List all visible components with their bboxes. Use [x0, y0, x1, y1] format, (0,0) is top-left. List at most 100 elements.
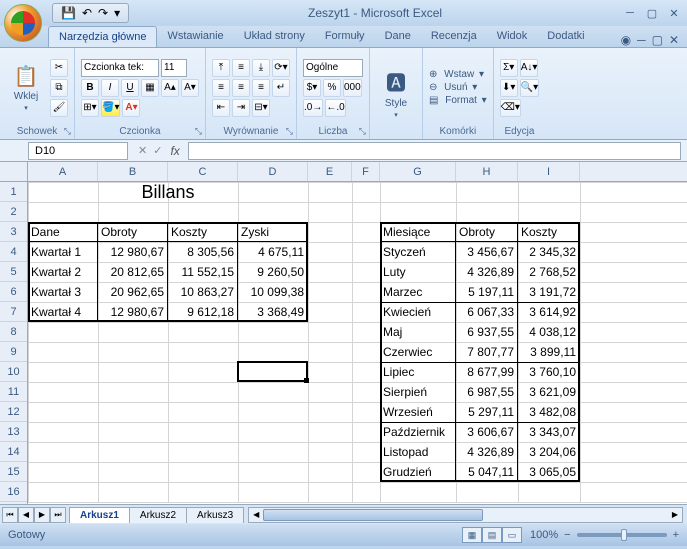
- row-header[interactable]: 12: [0, 402, 27, 422]
- cell[interactable]: 9 612,18: [168, 302, 238, 322]
- cell[interactable]: Koszty: [518, 222, 580, 242]
- cell[interactable]: 20 812,65: [98, 262, 168, 282]
- sort-filter-button[interactable]: A↓▾: [520, 59, 539, 77]
- cell[interactable]: Kwartał 1: [28, 242, 98, 262]
- cell[interactable]: 3 621,09: [518, 382, 580, 402]
- cell[interactable]: 3 606,67: [456, 422, 518, 442]
- row-header[interactable]: 2: [0, 202, 27, 222]
- cell[interactable]: 6 067,33: [456, 302, 518, 322]
- decrease-indent-button[interactable]: ⇤: [212, 99, 230, 117]
- fill-button[interactable]: ⬇▾: [500, 79, 518, 97]
- autosum-button[interactable]: Σ▾: [500, 59, 518, 77]
- align-middle-button[interactable]: ≡: [232, 59, 250, 77]
- cell[interactable]: 3 899,11: [518, 342, 580, 362]
- cell[interactable]: 4 326,89: [456, 442, 518, 462]
- cell[interactable]: 3 614,92: [518, 302, 580, 322]
- fx-icon[interactable]: fx: [170, 144, 179, 158]
- ribbon-tab[interactable]: Układ strony: [234, 26, 315, 47]
- cell[interactable]: Wrzesień: [380, 402, 456, 422]
- cell[interactable]: 8 677,99: [456, 362, 518, 382]
- cell[interactable]: 10 863,27: [168, 282, 238, 302]
- font-name-select[interactable]: [81, 59, 159, 77]
- decrease-decimal-button[interactable]: ←.0: [325, 99, 345, 117]
- row-header[interactable]: 13: [0, 422, 27, 442]
- underline-button[interactable]: U: [121, 79, 139, 97]
- cell[interactable]: 20 962,65: [98, 282, 168, 302]
- column-header[interactable]: I: [518, 162, 580, 181]
- scroll-thumb[interactable]: [263, 509, 483, 521]
- cell[interactable]: Luty: [380, 262, 456, 282]
- cell[interactable]: 4 038,12: [518, 322, 580, 342]
- row-header[interactable]: 7: [0, 302, 27, 322]
- copy-button[interactable]: ⧉: [50, 79, 68, 97]
- qat-more-icon[interactable]: ▾: [114, 6, 120, 20]
- cell[interactable]: 12 980,67: [98, 302, 168, 322]
- enter-formula-icon[interactable]: ✓: [153, 144, 162, 157]
- cell[interactable]: 6 937,55: [456, 322, 518, 342]
- cell[interactable]: Kwartał 2: [28, 262, 98, 282]
- cell[interactable]: 6 987,55: [456, 382, 518, 402]
- cell[interactable]: Miesiące: [380, 222, 456, 242]
- cell[interactable]: 3 456,67: [456, 242, 518, 262]
- sheet-tab[interactable]: Arkusz1: [69, 507, 130, 523]
- styles-button[interactable]: 🅰Style▾: [376, 51, 416, 135]
- column-header[interactable]: A: [28, 162, 98, 181]
- fill-color-button[interactable]: 🪣▾: [101, 99, 120, 117]
- align-launcher-icon[interactable]: ⤡: [286, 126, 293, 137]
- cell[interactable]: 5 047,11: [456, 462, 518, 482]
- align-top-button[interactable]: ⤒: [212, 59, 230, 77]
- ribbon-tab[interactable]: Dodatki: [537, 26, 594, 47]
- cell[interactable]: Październik: [380, 422, 456, 442]
- doc-minimize-icon[interactable]: ─: [637, 33, 646, 47]
- cell[interactable]: Dane: [28, 222, 98, 242]
- cell[interactable]: Koszty: [168, 222, 238, 242]
- cell[interactable]: 3 482,08: [518, 402, 580, 422]
- cell[interactable]: 8 305,56: [168, 242, 238, 262]
- shrink-font-button[interactable]: A▾: [181, 79, 199, 97]
- format-cells-button[interactable]: ▤ Format ▾: [429, 95, 487, 106]
- align-bottom-button[interactable]: ⤓: [252, 59, 270, 77]
- column-header[interactable]: D: [238, 162, 308, 181]
- column-header[interactable]: E: [308, 162, 352, 181]
- row-header[interactable]: 8: [0, 322, 27, 342]
- sheet-nav-next-icon[interactable]: ▶: [34, 507, 50, 523]
- clipboard-launcher-icon[interactable]: ⤡: [64, 126, 71, 137]
- row-header[interactable]: 9: [0, 342, 27, 362]
- row-header[interactable]: 15: [0, 462, 27, 482]
- office-button[interactable]: [4, 4, 42, 42]
- column-header[interactable]: C: [168, 162, 238, 181]
- select-all-corner[interactable]: [0, 162, 28, 182]
- increase-decimal-button[interactable]: .0→: [303, 99, 323, 117]
- row-header[interactable]: 10: [0, 362, 27, 382]
- column-header[interactable]: G: [380, 162, 456, 181]
- cell[interactable]: 3 204,06: [518, 442, 580, 462]
- help-icon[interactable]: ◉: [621, 33, 631, 47]
- cell[interactable]: Grudzień: [380, 462, 456, 482]
- name-box[interactable]: D10: [28, 142, 128, 160]
- cell[interactable]: Kwartał 4: [28, 302, 98, 322]
- sheet-tab[interactable]: Arkusz3: [186, 507, 244, 523]
- ribbon-tab[interactable]: Narzędzia główne: [48, 26, 157, 47]
- currency-button[interactable]: $▾: [303, 79, 321, 97]
- save-icon[interactable]: 💾: [61, 6, 76, 20]
- clear-button[interactable]: ⌫▾: [500, 99, 521, 117]
- cancel-formula-icon[interactable]: ✕: [138, 144, 147, 157]
- ribbon-tab[interactable]: Recenzja: [421, 26, 487, 47]
- row-header[interactable]: 11: [0, 382, 27, 402]
- cell[interactable]: Marzec: [380, 282, 456, 302]
- cell[interactable]: Lipiec: [380, 362, 456, 382]
- doc-close-icon[interactable]: ✕: [669, 33, 679, 47]
- scroll-left-icon[interactable]: ◀: [249, 508, 263, 522]
- cell[interactable]: Styczeń: [380, 242, 456, 262]
- align-right-button[interactable]: ≡: [252, 79, 270, 97]
- cell[interactable]: 2 345,32: [518, 242, 580, 262]
- border-button[interactable]: ▦: [141, 79, 159, 97]
- cell[interactable]: Maj: [380, 322, 456, 342]
- formula-input[interactable]: [188, 142, 681, 160]
- cell[interactable]: Billans: [98, 182, 238, 202]
- cell[interactable]: 9 260,50: [238, 262, 308, 282]
- cell[interactable]: 7 807,77: [456, 342, 518, 362]
- cell[interactable]: Zyski: [238, 222, 308, 242]
- worksheet-grid[interactable]: 12345678910111213141516 ABCDEFGHI Billan…: [0, 162, 687, 504]
- cell[interactable]: 3 760,10: [518, 362, 580, 382]
